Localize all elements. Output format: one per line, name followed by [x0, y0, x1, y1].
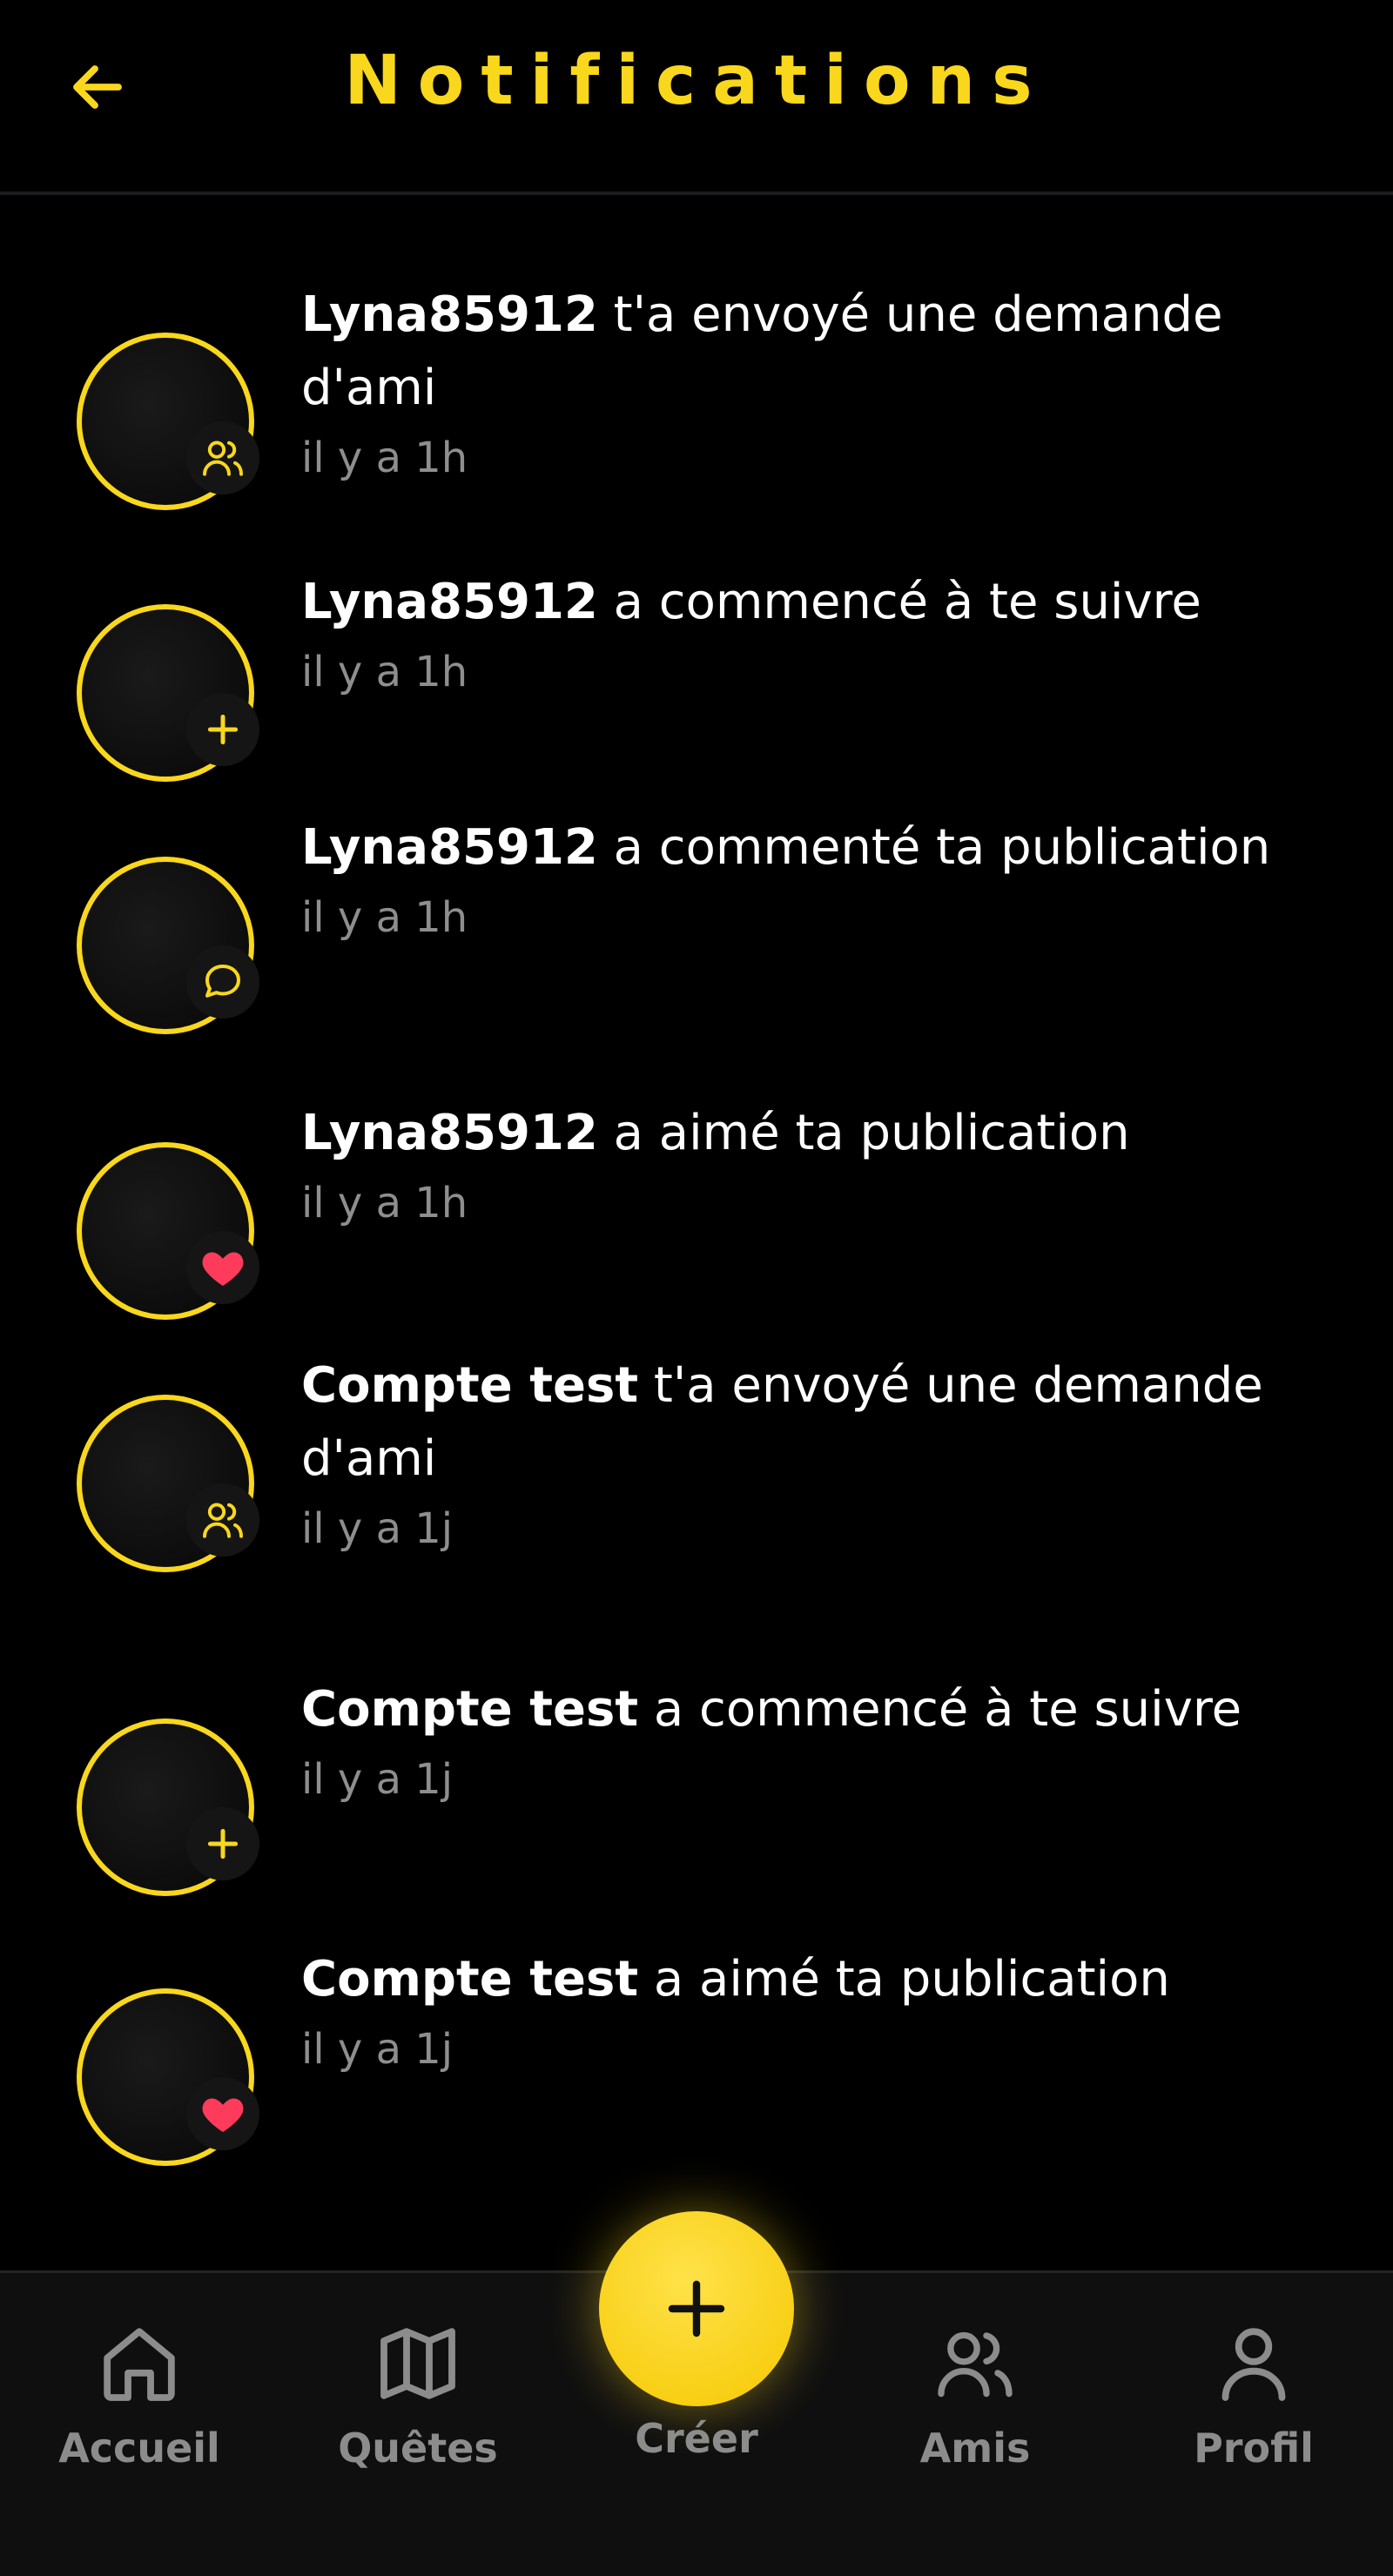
timestamp: il y a 1h: [301, 1179, 468, 1227]
avatar[interactable]: [77, 1718, 259, 1896]
create-button[interactable]: [599, 2211, 794, 2406]
friends-icon: [203, 441, 243, 476]
badge: [186, 1483, 259, 1557]
username[interactable]: Compte test: [301, 1681, 638, 1738]
nav-home-label: Accueil: [58, 2425, 220, 2472]
timestamp: il y a 1h: [301, 434, 468, 482]
avatar[interactable]: [77, 857, 259, 1034]
notification-message: Lyna85912 t'a envoyé une demande d'ami: [301, 286, 1223, 416]
heart-icon: [202, 1252, 244, 1286]
avatar[interactable]: [77, 1142, 259, 1320]
timestamp: il y a 1j: [301, 1504, 454, 1553]
plus-icon: [207, 714, 239, 745]
nav-quests[interactable]: Quêtes: [279, 2318, 557, 2472]
plus-icon: [207, 1828, 239, 1860]
plus-icon: [668, 2280, 725, 2337]
avatar[interactable]: [77, 1395, 259, 1572]
profile-icon: [1221, 2328, 1286, 2401]
nav-friends-label: Amis: [919, 2425, 1031, 2472]
nav-profile[interactable]: Profil: [1114, 2318, 1393, 2472]
header: Notifications: [0, 0, 1393, 195]
username[interactable]: Compte test: [301, 1951, 638, 2008]
badge: [186, 1807, 259, 1880]
map-icon: [380, 2328, 455, 2399]
badge: [186, 693, 259, 766]
friends-icon: [938, 2331, 1013, 2398]
username[interactable]: Lyna85912: [301, 286, 598, 343]
friends-icon: [203, 1503, 243, 1538]
username[interactable]: Lyna85912: [301, 819, 598, 876]
notification-message: Compte test a aimé ta publication: [301, 1951, 1170, 2008]
badge: [186, 2077, 259, 2150]
avatar[interactable]: [77, 604, 259, 782]
nav-create-label: Créer: [635, 2415, 758, 2462]
timestamp: il y a 1h: [301, 648, 468, 696]
notification-message: Lyna85912 a aimé ta publication: [301, 1105, 1130, 1161]
notification-message: Lyna85912 a commenté ta publication: [301, 819, 1271, 876]
nav-friends[interactable]: Amis: [836, 2318, 1114, 2472]
home-icon: [104, 2328, 175, 2401]
timestamp: il y a 1j: [301, 2025, 454, 2074]
timestamp: il y a 1h: [301, 893, 468, 942]
notification-message: Lyna85912 a commencé à te suivre: [301, 574, 1201, 630]
nav-home[interactable]: Accueil: [0, 2318, 279, 2472]
badge: [186, 945, 259, 1019]
username[interactable]: Lyna85912: [301, 1105, 598, 1161]
avatar[interactable]: [77, 1988, 259, 2166]
comment-icon: [205, 964, 241, 998]
heart-icon: [202, 2098, 244, 2132]
nav-profile-label: Profil: [1194, 2425, 1314, 2472]
nav-quests-label: Quêtes: [338, 2425, 498, 2472]
page-title: Notifications: [344, 42, 1049, 120]
badge: [186, 421, 259, 494]
username[interactable]: Lyna85912: [301, 574, 598, 630]
avatar[interactable]: [77, 333, 259, 510]
notification-message: Compte test a commencé à te suivre: [301, 1681, 1242, 1738]
notification-message: Compte test t'a envoyé une demande d'ami: [301, 1357, 1263, 1487]
timestamp: il y a 1j: [301, 1755, 454, 1804]
username[interactable]: Compte test: [301, 1357, 638, 1414]
badge: [186, 1231, 259, 1304]
